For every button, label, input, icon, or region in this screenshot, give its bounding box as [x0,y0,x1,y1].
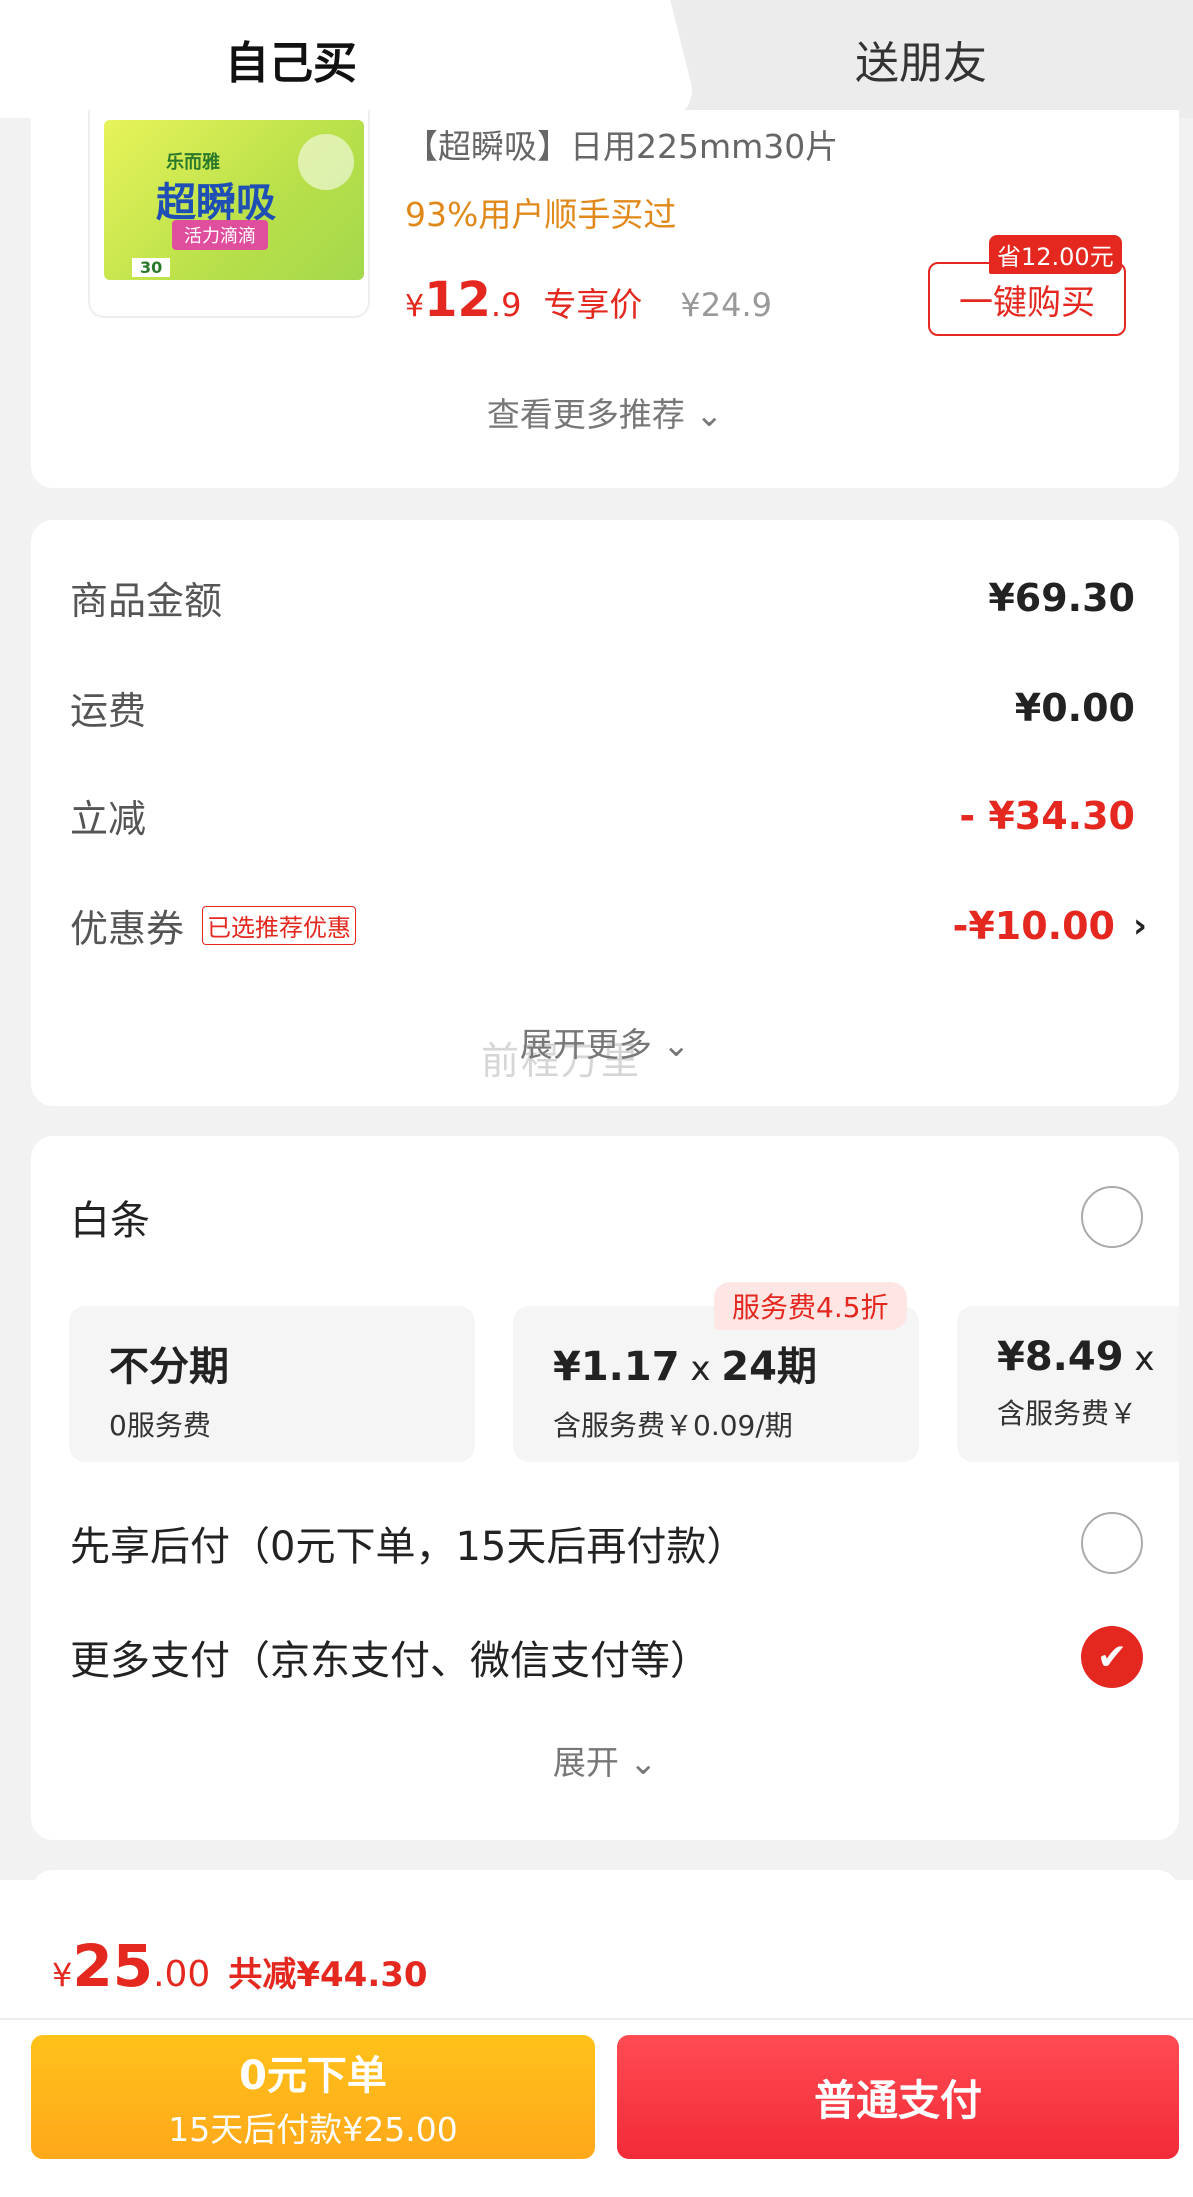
plan-title: ¥1.17 x 24期 [553,1334,919,1392]
plan-title: 不分期 [109,1344,229,1390]
price-decimal: .9 [490,286,522,324]
bar-divider [0,2018,1193,2020]
coupon-recommended-tag: 已选推荐优惠 [202,906,357,945]
instant-discount-row: 立减 - ¥34.30 [70,788,1135,843]
goods-amount-label: 商品金额 [70,579,223,623]
instant-discount-label: 立减 [70,797,147,841]
zero-down-order-button[interactable]: 0元下单 15天后付款¥25.00 [31,2035,595,2159]
package-band: 活力滴滴 [172,220,268,250]
goods-amount-value: ¥69.30 [988,575,1135,620]
baitiao-radio[interactable] [1081,1186,1143,1248]
tab-gift-friend[interactable]: 送朋友 [610,0,1193,118]
exclusive-price-tag: 专享价 [543,285,643,324]
total-price: ¥ 25 .00 共减¥44.30 [52,1932,428,2000]
plan-fee: 含服务费￥ [997,1397,1138,1430]
coupon-label: 优惠券 [70,907,185,951]
plan-amount: ¥1.17 [553,1344,680,1390]
coupon-value-group: -¥10.00 › [953,904,1147,948]
baitiao-row[interactable]: 白条 [70,1186,1143,1248]
instant-discount-value: - ¥34.30 [959,793,1135,838]
product-price: ¥ 12 .9 专享价 ¥24.9 [405,272,772,328]
price-integer: 12 [424,272,491,328]
more-payment-radio[interactable]: ✔ [1081,1626,1143,1688]
goods-amount-row: 商品金额 ¥69.30 [70,570,1135,625]
coupon-value: -¥10.00 [952,903,1115,948]
plan-no-installment[interactable]: 不分期 0服务费 [69,1306,475,1462]
chevron-right-icon: › [1132,905,1147,946]
order-tabs: 送朋友 自己买 [0,0,1193,118]
product-image[interactable]: 乐而雅 超瞬吸 活力滴滴 30 [88,110,370,318]
recommend-card: 乐而雅 超瞬吸 活力滴滴 30 【超瞬吸】日用225mm30片 93%用户顺手买… [31,110,1179,488]
normal-pay-button[interactable]: 普通支付 [617,2035,1179,2159]
plan-times: x [679,1349,722,1389]
plan-times: x [1123,1339,1155,1379]
plan-other-installment[interactable]: ¥8.49 x 含服务费￥ [957,1306,1179,1462]
expand-payment-button[interactable]: 展开 ⌄ [31,1736,1179,1784]
total-integer: 25 [72,1932,154,2000]
service-fee-discount-badge: 服务费4.5折 [714,1282,907,1330]
shipping-row: 运费 ¥0.00 [70,680,1135,735]
plan-fee: 含服务费￥0.09/期 [553,1409,793,1442]
tab-self-buy[interactable]: 自己买 [0,0,640,118]
total-decimal: .00 [153,1954,211,1995]
plan-title: ¥8.49 x [997,1334,1179,1380]
package-count: 30 [132,258,171,277]
coupon-row[interactable]: 优惠券 已选推荐优惠 -¥10.00 › [70,898,1147,953]
product-package: 乐而雅 超瞬吸 活力滴滴 30 [104,120,364,280]
save-amount-badge: 省12.00元 [989,235,1122,274]
pay-later-label: 先享后付（0元下单，15天后再付款） [70,1524,747,1570]
more-payment-row[interactable]: 更多支付（京东支付、微信支付等） ✔ [70,1626,1143,1688]
coupon-label-group: 优惠券 已选推荐优惠 [70,898,357,953]
total-currency: ¥ [52,1956,73,1994]
tab-self-buy-label: 自己买 [225,38,357,89]
product-repurchase-rate: 93%用户顺手买过 [405,195,677,234]
expand-more-button[interactable]: 展开更多 ⌄ [31,1018,1179,1066]
pay-later-row[interactable]: 先享后付（0元下单，15天后再付款） [70,1512,1143,1574]
product-title: 【超瞬吸】日用225mm30片 [405,127,839,166]
plan-term: 24期 [721,1344,817,1390]
price-currency: ¥ [405,289,425,324]
price-breakdown-card: 商品金额 ¥69.30 运费 ¥0.00 立减 - ¥34.30 优惠券 已选推… [31,520,1179,1106]
installment-plans: 不分期 0服务费 ¥1.17 x 24期 含服务费￥0.09/期 ¥8.49 x… [69,1306,1179,1466]
view-more-recommendations[interactable]: 查看更多推荐 ⌄ [31,388,1179,436]
shipping-value: ¥0.00 [1014,685,1135,730]
baitiao-label: 白条 [70,1198,150,1244]
total-saved: 共减¥44.30 [228,1955,428,1995]
shipping-label: 运费 [70,689,147,733]
more-payment-label: 更多支付（京东支付、微信支付等） [70,1638,710,1684]
plan-fee: 0服务费 [109,1409,211,1442]
package-decoration [298,134,354,190]
tab-gift-friend-label: 送朋友 [855,38,987,89]
zero-down-subtitle: 15天后付款¥25.00 [168,2110,458,2149]
check-icon: ✔ [1096,1636,1128,1678]
plan-amount: ¥8.49 [997,1334,1124,1380]
payment-method-card: 白条 不分期 0服务费 ¥1.17 x 24期 含服务费￥0.09/期 ¥8.4… [31,1136,1179,1840]
zero-down-title: 0元下单 [239,2053,387,2099]
pay-later-radio[interactable] [1081,1512,1143,1574]
original-price: ¥24.9 [680,286,773,324]
